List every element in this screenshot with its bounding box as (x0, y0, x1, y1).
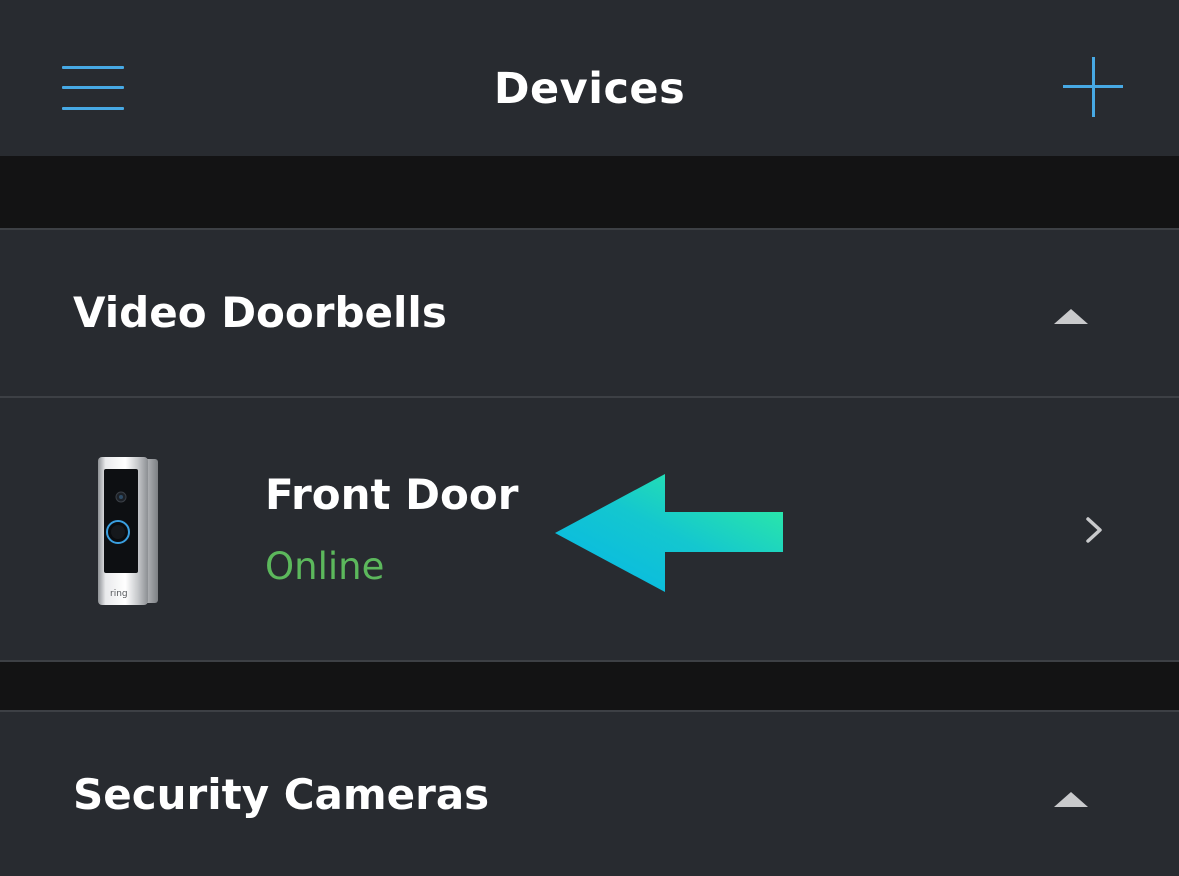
add-device-button[interactable] (1063, 57, 1123, 117)
caret-up-icon[interactable] (1054, 792, 1088, 807)
section-spacer (0, 662, 1179, 710)
device-status: Online (265, 545, 385, 588)
section-spacer (0, 156, 1179, 228)
chevron-right-icon[interactable] (1082, 515, 1106, 545)
section-header-security-cameras[interactable]: Security Cameras (0, 712, 1179, 876)
video-doorbell-icon: ring (98, 457, 158, 605)
page-title: Devices (493, 64, 686, 114)
section-header-video-doorbells[interactable]: Video Doorbells (0, 230, 1179, 396)
pointer-arrow-icon (555, 474, 783, 592)
device-name: Front Door (265, 470, 519, 519)
section-title: Video Doorbells (73, 288, 447, 337)
top-nav-bar: Devices (0, 0, 1179, 156)
ring-brand-logo: ring (110, 589, 128, 599)
section-title: Security Cameras (73, 770, 490, 819)
caret-up-icon[interactable] (1054, 309, 1088, 324)
device-row-front-door[interactable]: ring Front Door Online (0, 398, 1179, 660)
